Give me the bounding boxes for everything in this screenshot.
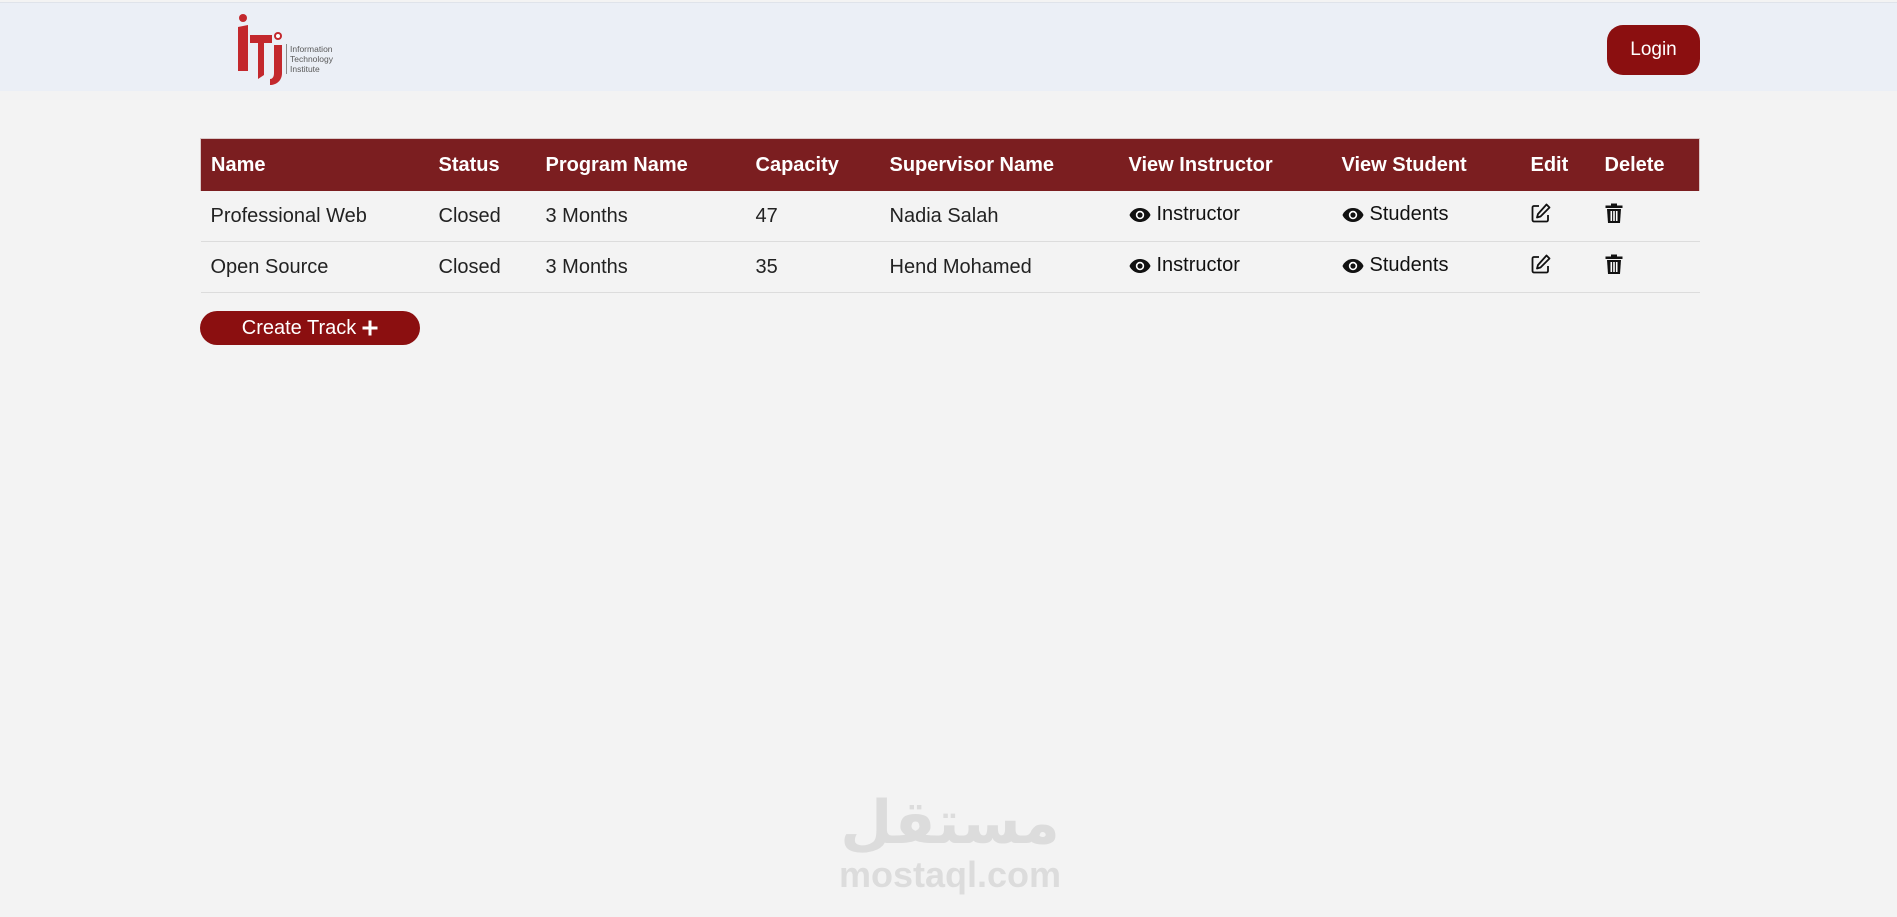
watermark-latin-text: mostaql.com (838, 854, 1062, 895)
view-instructor-label: Instructor (1156, 203, 1240, 226)
column-header-edit: Edit (1520, 138, 1595, 191)
create-track-button[interactable]: Create Track (200, 311, 420, 345)
cell-edit (1520, 241, 1595, 293)
eye-icon (1129, 207, 1150, 222)
page: Information Technology Institute Login N… (0, 0, 1897, 917)
cell-delete (1594, 241, 1700, 293)
column-header-view-instructor: View Instructor (1118, 138, 1332, 191)
logo-line-2: Technology (290, 54, 334, 64)
iti-logo-icon (238, 14, 282, 85)
view-students-link[interactable]: Students (1342, 254, 1449, 277)
table-header-row: Name Status Program Name Capacity Superv… (200, 138, 1700, 191)
table-header: Name Status Program Name Capacity Superv… (200, 138, 1700, 191)
view-instructor-link[interactable]: Instructor (1129, 203, 1240, 226)
edit-button[interactable] (1531, 254, 1551, 274)
column-header-supervisor-name: Supervisor Name (879, 138, 1119, 191)
table-row: Open Source Closed 3 Months 35 Hend Moha… (200, 241, 1700, 293)
logo-line-1: Information (290, 44, 333, 54)
watermark-arabic-text: مستقل (840, 788, 1060, 858)
cell-view-student: Students (1331, 191, 1521, 242)
login-button[interactable]: Login (1607, 25, 1700, 75)
cell-status: Closed (428, 241, 536, 293)
eye-icon (1342, 207, 1363, 222)
logo-text: Information Technology Institute (286, 44, 333, 74)
cell-edit (1520, 191, 1595, 242)
mostaql-watermark: مستقل mostaql.com (830, 790, 1070, 900)
cell-delete (1594, 191, 1700, 242)
cell-program-name: 3 Months (535, 241, 746, 293)
logo-line-3: Institute (290, 64, 320, 74)
cell-track-name: Open Source (200, 241, 429, 293)
table-body: Professional Web Closed 3 Months 47 Nadi… (200, 191, 1700, 293)
trash-icon (1605, 254, 1622, 274)
column-header-name: Name (200, 138, 429, 191)
delete-button[interactable] (1605, 254, 1623, 275)
column-header-program-name: Program Name (535, 138, 746, 191)
eye-icon (1129, 258, 1150, 273)
cell-view-student: Students (1331, 241, 1521, 293)
trash-icon (1605, 203, 1622, 223)
cell-supervisor-name: Hend Mohamed (879, 241, 1119, 293)
top-header: Information Technology Institute Login (0, 2, 1897, 91)
edit-icon (1531, 254, 1550, 274)
edit-icon (1531, 203, 1550, 223)
cell-track-name: Professional Web (200, 191, 429, 242)
view-students-label: Students (1369, 203, 1449, 226)
cell-view-instructor: Instructor (1118, 241, 1332, 293)
column-header-status: Status (428, 138, 536, 191)
cell-program-name: 3 Months (535, 191, 746, 242)
cell-capacity: 47 (745, 191, 880, 242)
view-students-link[interactable]: Students (1342, 203, 1449, 226)
table-row: Professional Web Closed 3 Months 47 Nadi… (200, 191, 1700, 242)
column-header-delete: Delete (1594, 138, 1700, 191)
view-instructor-label: Instructor (1156, 254, 1240, 277)
plus-icon (362, 320, 378, 336)
cell-status: Closed (428, 191, 536, 242)
eye-icon (1342, 258, 1363, 273)
view-students-label: Students (1369, 254, 1449, 277)
column-header-capacity: Capacity (745, 138, 880, 191)
create-track-label: Create Track (241, 316, 357, 339)
cell-supervisor-name: Nadia Salah (879, 191, 1119, 242)
column-header-view-student: View Student (1331, 138, 1521, 191)
cell-capacity: 35 (745, 241, 880, 293)
cell-view-instructor: Instructor (1118, 191, 1332, 242)
iti-logo[interactable]: Information Technology Institute (236, 13, 336, 85)
edit-button[interactable] (1531, 203, 1551, 223)
tracks-table: Name Status Program Name Capacity Superv… (200, 138, 1700, 293)
delete-button[interactable] (1605, 203, 1623, 224)
view-instructor-link[interactable]: Instructor (1129, 254, 1240, 277)
